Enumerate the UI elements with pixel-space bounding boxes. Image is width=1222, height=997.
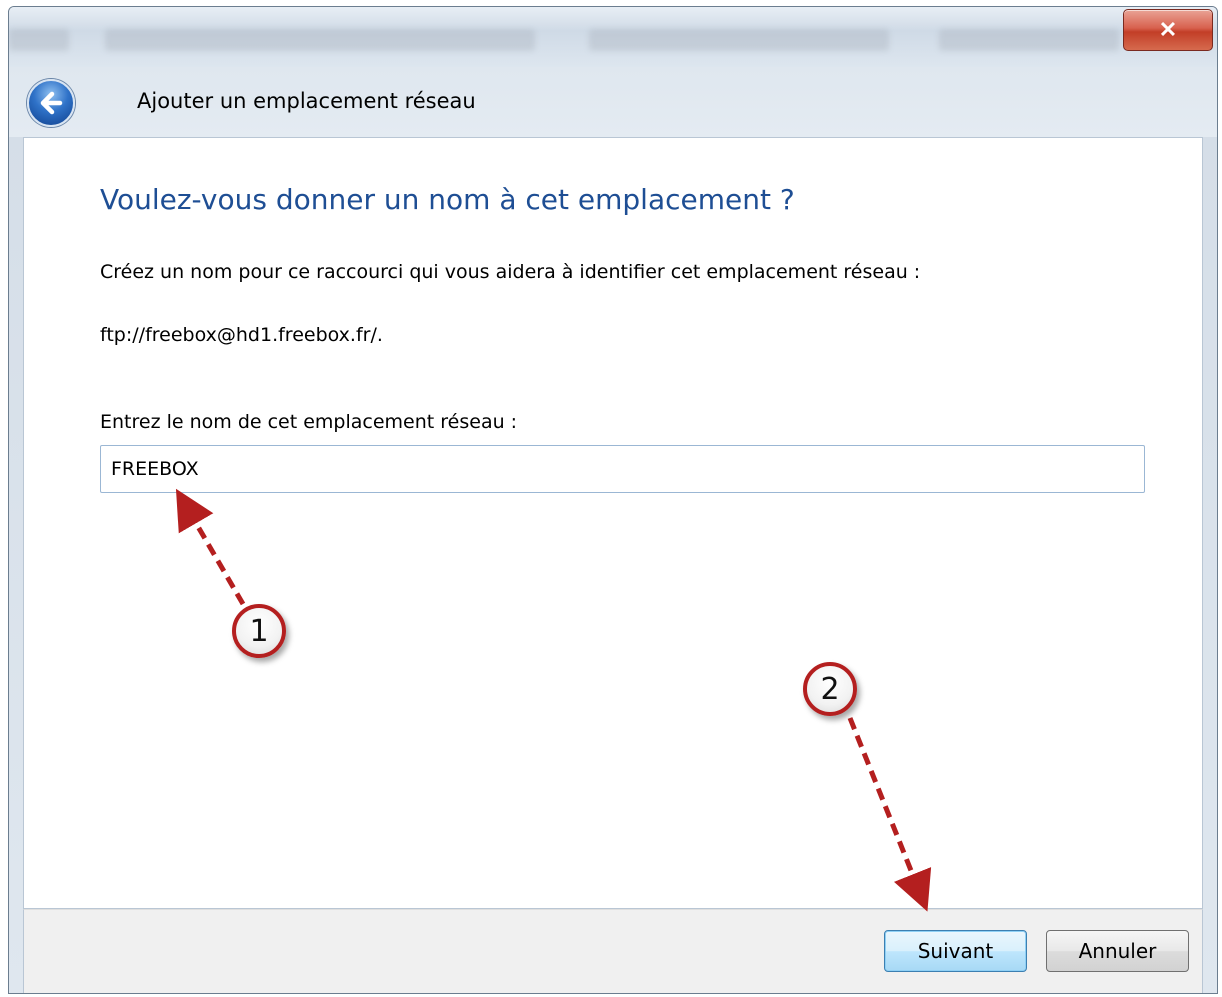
annotation-callout-2: 2 [803, 662, 857, 716]
wizard-title: Ajouter un emplacement réseau [137, 89, 476, 113]
location-name-input[interactable] [100, 445, 1145, 493]
wizard-content: Voulez-vous donner un nom à cet emplacem… [23, 137, 1203, 909]
blurred-background [589, 29, 889, 51]
close-icon: ✕ [1158, 17, 1178, 42]
close-button[interactable]: ✕ [1123, 9, 1213, 51]
cancel-button[interactable]: Annuler [1046, 930, 1189, 972]
back-arrow-icon [40, 91, 63, 115]
blurred-background [939, 29, 1119, 51]
description-text: Créez un nom pour ce raccourci qui vous … [100, 261, 921, 283]
wizard-footer: Suivant Annuler [23, 909, 1203, 993]
dialog-window: ✕ Ajouter un emplacement réseau Voulez-v… [8, 6, 1218, 994]
back-button[interactable] [27, 79, 75, 127]
blurred-background [9, 29, 69, 51]
name-field-label: Entrez le nom de cet emplacement réseau … [100, 411, 518, 433]
blurred-background [105, 29, 535, 51]
page-heading: Voulez-vous donner un nom à cet emplacem… [100, 183, 795, 216]
next-button[interactable]: Suivant [884, 930, 1027, 972]
nav-bar: Ajouter un emplacement réseau [9, 67, 1217, 137]
annotation-callout-1: 1 [232, 604, 286, 658]
title-bar: ✕ [9, 7, 1217, 67]
network-address: ftp://freebox@hd1.freebox.fr/. [100, 324, 383, 346]
